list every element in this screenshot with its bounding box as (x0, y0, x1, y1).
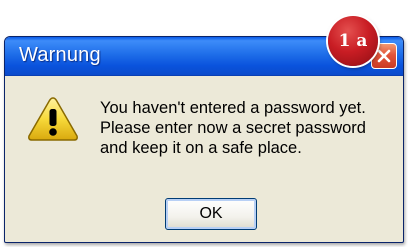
warning-dialog: Warnung You haven't entered a password y… (4, 36, 404, 243)
ok-button[interactable]: OK (165, 198, 257, 230)
message-line: and keep it on a safe place. (100, 139, 302, 157)
warning-icon (28, 97, 78, 141)
message-line: Please enter now a secret password (100, 119, 366, 137)
screenshot-stage: Warnung You haven't entered a password y… (0, 0, 408, 247)
warning-message: You haven't entered a password yet. Plea… (100, 98, 395, 158)
window-title: Warnung (19, 44, 101, 66)
step-badge: 1 a (328, 16, 378, 66)
close-x-icon (377, 49, 391, 63)
dialog-body: You haven't entered a password yet. Plea… (5, 76, 403, 242)
message-line: You haven't entered a password yet. (100, 99, 366, 117)
